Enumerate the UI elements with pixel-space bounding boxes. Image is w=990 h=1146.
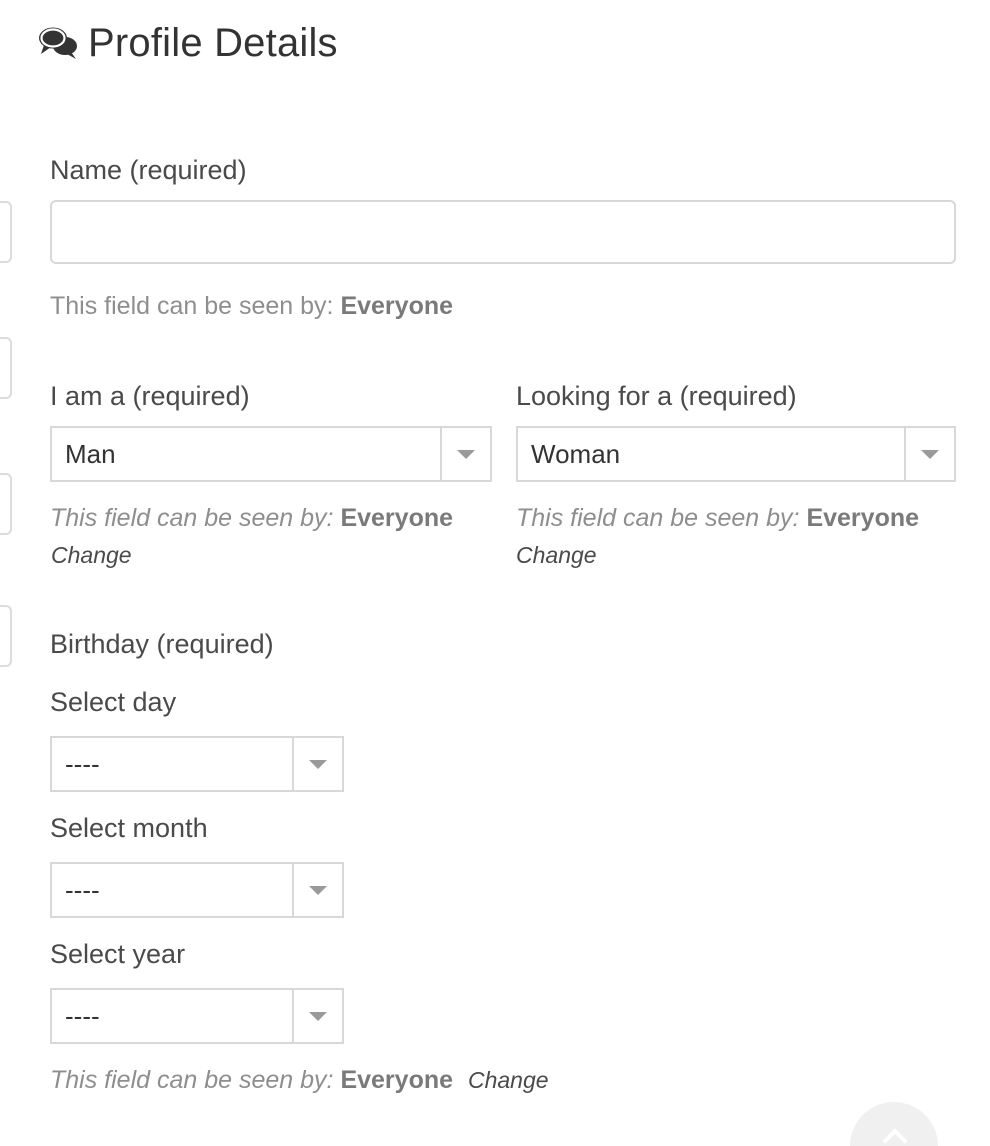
looking-for-change-link[interactable]: Change <box>516 542 597 569</box>
name-input[interactable] <box>50 200 956 264</box>
birthday-label: Birthday (required) <box>50 629 274 659</box>
visibility-prefix: This field can be seen by: <box>50 504 334 532</box>
birthday-visibility-note: This field can be seen by: Everyone Chan… <box>50 1066 549 1095</box>
chevron-down-icon <box>309 759 327 769</box>
offscreen-input-fragment[interactable] <box>0 605 12 667</box>
i-am-label: I am a (required) <box>50 381 250 411</box>
visibility-prefix: This field can be seen by: <box>50 292 334 320</box>
select-value: ---- <box>65 748 100 779</box>
chevron-down-icon <box>921 449 939 459</box>
chevron-down-icon <box>457 449 475 459</box>
select-arrow[interactable] <box>292 990 342 1042</box>
i-am-visibility-note: This field can be seen by: Everyone <box>50 504 453 533</box>
birthday-change-link[interactable]: Change <box>468 1067 549 1093</box>
select-arrow[interactable] <box>292 738 342 790</box>
name-label: Name (required) <box>50 155 247 185</box>
select-value: ---- <box>65 874 100 905</box>
select-arrow[interactable] <box>440 428 490 480</box>
name-visibility-note: This field can be seen by: Everyone <box>50 292 453 321</box>
i-am-change-link[interactable]: Change <box>51 542 132 569</box>
looking-for-select[interactable]: Woman <box>516 426 956 482</box>
comments-icon <box>39 27 77 59</box>
chevron-down-icon <box>309 885 327 895</box>
select-arrow[interactable] <box>292 864 342 916</box>
birthday-day-select[interactable]: ---- <box>50 736 344 792</box>
looking-for-label: Looking for a (required) <box>516 381 797 411</box>
page-header: Profile Details <box>38 18 338 68</box>
select-arrow[interactable] <box>904 428 954 480</box>
select-value: Woman <box>531 438 621 469</box>
page-title: Profile Details <box>88 20 338 65</box>
offscreen-input-fragment[interactable] <box>0 337 12 399</box>
offscreen-input-fragment[interactable] <box>0 473 12 535</box>
visibility-level: Everyone <box>806 504 920 532</box>
select-month-label: Select month <box>50 813 208 843</box>
offscreen-input-fragment[interactable] <box>0 201 12 263</box>
looking-for-visibility-note: This field can be seen by: Everyone <box>516 504 919 533</box>
select-day-label: Select day <box>50 687 177 717</box>
chevron-up-icon <box>882 1128 908 1146</box>
i-am-select[interactable]: Man <box>50 426 492 482</box>
visibility-level: Everyone <box>340 292 454 320</box>
select-year-label: Select year <box>50 939 186 969</box>
birthday-month-select[interactable]: ---- <box>50 862 344 918</box>
profile-details-page: Profile Details Name (required) This fie… <box>0 0 990 1146</box>
birthday-year-select[interactable]: ---- <box>50 988 344 1044</box>
select-value: ---- <box>65 1000 100 1031</box>
select-value: Man <box>65 438 116 469</box>
visibility-prefix: This field can be seen by: <box>516 504 800 532</box>
scroll-to-top-button[interactable] <box>850 1102 938 1146</box>
chevron-down-icon <box>309 1011 327 1021</box>
visibility-level: Everyone <box>340 1066 454 1094</box>
visibility-prefix: This field can be seen by: <box>50 1066 334 1094</box>
visibility-level: Everyone <box>340 504 454 532</box>
